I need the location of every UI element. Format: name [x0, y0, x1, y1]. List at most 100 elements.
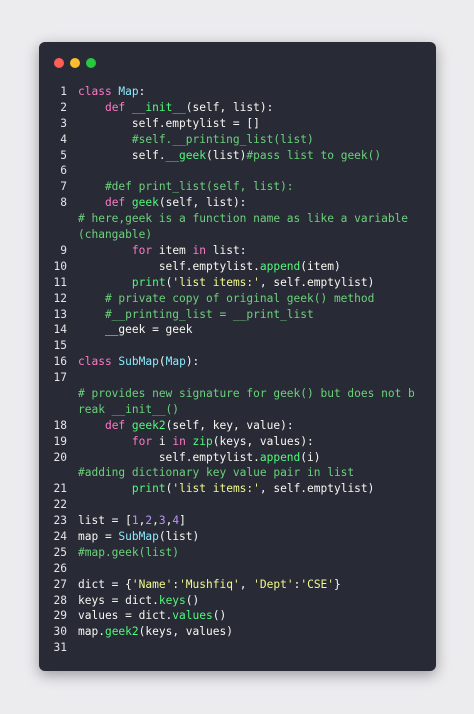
code-line-text: #def print_list(self, list): — [67, 179, 294, 195]
code-token: 1 — [131, 514, 139, 528]
line-number: 1 — [60, 85, 67, 98]
code-token: class — [78, 85, 119, 98]
code-token: geek2 — [131, 418, 166, 432]
code-token: keys = dict. — [78, 593, 159, 607]
code-line-text: # private copy of original geek() method — [67, 291, 374, 307]
line-number: 12 — [53, 291, 67, 305]
code-token: Map — [118, 85, 139, 98]
code-token: : — [138, 85, 146, 98]
code-token: (self, list): — [158, 196, 247, 210]
code-token: (self, key, value): — [165, 418, 294, 432]
code-token: for — [131, 243, 159, 257]
line-number: 19 — [53, 434, 67, 448]
code-token: 'list items:' — [172, 482, 260, 496]
code-token: , self.emptylist) — [259, 482, 375, 496]
code-token: 'Dept' — [253, 577, 294, 591]
line-number: 26 — [53, 561, 67, 575]
code-token: ( — [158, 355, 166, 369]
code-token: #def print_list(self, list): — [78, 180, 294, 194]
code-line: # provides new signature for geek() but … — [39, 386, 436, 418]
code-token: #adding dictionary key value pair in lis… — [78, 466, 355, 480]
code-token: , — [239, 577, 254, 591]
code-token: (i) — [300, 450, 321, 464]
code-line: 19 for i in zip(keys, values): — [39, 434, 436, 450]
line-number: 14 — [53, 323, 67, 337]
code-token: __init__ — [131, 100, 186, 114]
code-line: 6 — [39, 163, 436, 179]
code-line-text: def geek2(self, key, value): — [67, 418, 294, 434]
code-line-text: def geek(self, list): — [67, 195, 246, 211]
code-token: for — [131, 434, 159, 448]
code-token: keys — [158, 593, 186, 607]
line-number — [39, 465, 67, 481]
code-token: () — [212, 609, 227, 623]
code-token: (keys, values): — [212, 434, 314, 448]
code-token: ): — [185, 355, 200, 369]
line-number: 29 — [53, 609, 67, 623]
code-token: dict = { — [78, 577, 132, 591]
code-token: #map.geek(list) — [78, 545, 180, 559]
code-line: 11 print('list items:', self.emptylist) — [39, 275, 436, 291]
code-token: , self.emptylist) — [259, 275, 375, 289]
code-line: 12 # private copy of original geek() met… — [39, 291, 436, 307]
code-token: map = — [78, 530, 119, 543]
minimize-dot-icon[interactable] — [70, 58, 80, 68]
code-token: () — [185, 593, 200, 607]
code-token: list = [ — [78, 514, 132, 528]
code-line: 9 for item in list: — [39, 243, 436, 259]
code-token: def — [104, 100, 132, 114]
code-token: def — [104, 196, 132, 210]
code-token: self.emptylist. — [78, 259, 260, 273]
line-number: 31 — [53, 641, 67, 655]
code-line: 18 def geek2(self, key, value): — [39, 418, 436, 434]
code-line-text: print('list items:', self.emptylist) — [67, 275, 375, 291]
code-line: 20 self.emptylist.append(i) — [39, 450, 436, 466]
code-token: __geek — [165, 148, 206, 162]
line-number: 27 — [53, 577, 67, 591]
code-line-text: __geek = geek — [67, 322, 193, 338]
close-dot-icon[interactable] — [54, 58, 64, 68]
code-line-text: self.emptylist.append(i) — [67, 450, 321, 466]
line-number: 6 — [60, 164, 67, 178]
line-number: 9 — [60, 243, 67, 257]
code-line: 26 — [39, 561, 436, 577]
code-line: # here,geek is a function name as like a… — [39, 211, 436, 243]
code-token: (item) — [300, 259, 341, 273]
code-line-text: keys = dict.keys() — [67, 593, 199, 609]
code-token: (keys, values) — [138, 625, 233, 639]
code-line-text: for item in list: — [67, 243, 247, 259]
code-line-text: dict = {'Name':'Mushfiq', 'Dept':'CSE'} — [67, 577, 341, 593]
code-token: } — [334, 577, 341, 591]
code-line: 17 — [39, 370, 436, 386]
code-token: (list) — [158, 530, 200, 543]
code-token: # provides new signature for geek() but … — [78, 386, 415, 416]
code-token: self.emptylist = [] — [78, 116, 260, 130]
line-number: 18 — [53, 418, 67, 432]
code-token: ] — [179, 514, 186, 528]
code-token: # here,geek is a function name as like a… — [78, 212, 409, 242]
code-line-text: # provides new signature for geek() but … — [39, 386, 420, 418]
code-token: (self, list): — [185, 100, 274, 114]
code-line: #adding dictionary key value pair in lis… — [39, 465, 436, 481]
code-line: 3 self.emptylist = [] — [39, 116, 436, 132]
line-number: 7 — [60, 180, 67, 194]
code-line-text: #__printing_list = __print_list — [67, 307, 314, 323]
code-line-text: self.emptylist.append(item) — [67, 259, 341, 275]
code-line: 30 map.geek2(keys, values) — [39, 624, 436, 640]
code-line: 13 #__printing_list = __print_list — [39, 307, 436, 323]
code-line: 16 class SubMap(Map): — [39, 354, 436, 370]
maximize-dot-icon[interactable] — [86, 58, 96, 68]
code-token: SubMap — [118, 530, 159, 543]
code-line-text: map = SubMap(list) — [67, 529, 199, 545]
code-line: 22 — [39, 497, 436, 513]
line-number: 20 — [53, 450, 67, 464]
code-token: geek — [131, 196, 159, 210]
